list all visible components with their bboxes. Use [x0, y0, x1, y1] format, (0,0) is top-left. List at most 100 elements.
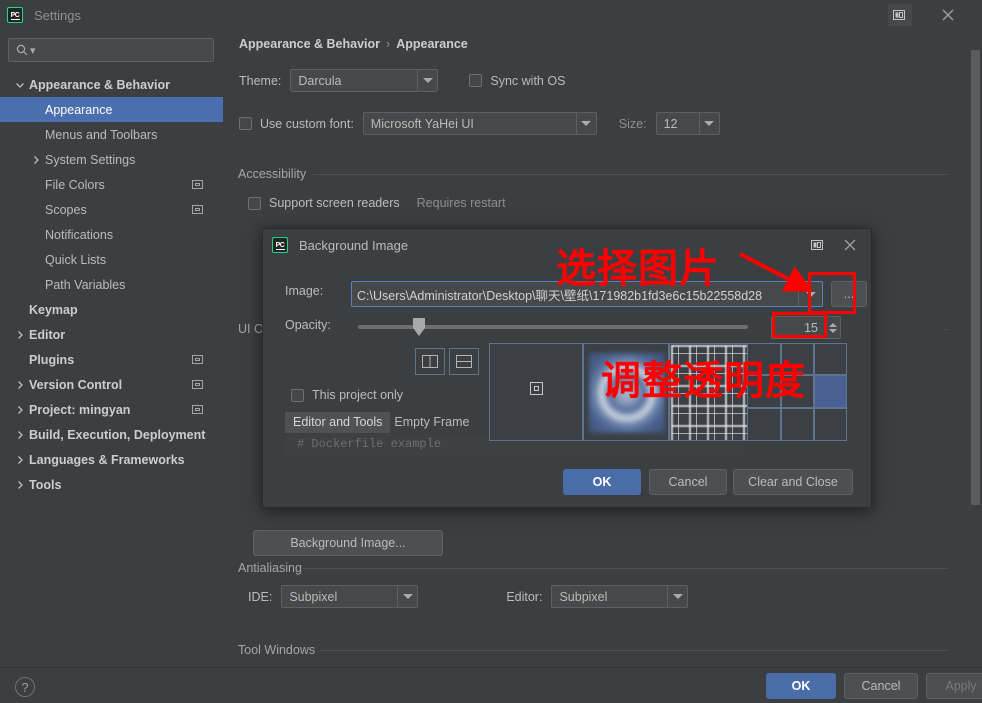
chevron-down-icon[interactable]	[575, 113, 596, 134]
dialog-clear-and-close-label: Clear and Close	[748, 475, 838, 489]
sidebar-item-notifications[interactable]: Notifications	[0, 222, 223, 247]
window-titlebar: PC Settings	[0, 0, 982, 30]
sidebar-item-appearance[interactable]: Appearance	[0, 97, 223, 122]
chevron-right-icon[interactable]	[14, 379, 26, 391]
sidebar-item-label: Plugins	[29, 352, 75, 367]
tab-editor-and-tools[interactable]: Editor and Tools	[285, 412, 391, 433]
chevron-down-icon[interactable]	[698, 113, 719, 134]
sidebar-item-keymap[interactable]: Keymap	[0, 297, 223, 322]
antialiasing-section-title: Antialiasing	[238, 561, 302, 575]
breadcrumb: Appearance & Behavior › Appearance	[239, 37, 468, 51]
font-select[interactable]: Microsoft YaHei UI	[362, 112, 597, 135]
search-input[interactable]: ▾	[8, 38, 214, 62]
chevron-right-icon[interactable]	[14, 429, 26, 441]
sidebar-item-scopes[interactable]: Scopes	[0, 197, 223, 222]
annotation-adjust-opacity: 调整透明度	[601, 358, 806, 404]
sidebar-item-label: File Colors	[45, 177, 105, 192]
sidebar-item-editor[interactable]: Editor	[0, 322, 223, 347]
image-row: Image:	[285, 284, 323, 298]
sidebar-item-path-variables[interactable]: Path Variables	[0, 272, 223, 297]
chevron-down-icon[interactable]	[397, 586, 417, 607]
font-size-select[interactable]: 12	[655, 112, 720, 135]
breadcrumb-separator: ›	[386, 37, 391, 51]
sidebar-item-menus-and-toolbars[interactable]: Menus and Toolbars	[0, 122, 223, 147]
accessibility-section-title: Accessibility	[238, 167, 307, 181]
chevron-right-icon[interactable]	[14, 404, 26, 416]
sidebar-item-version-control[interactable]: Version Control	[0, 372, 223, 397]
theme-label: Theme:	[239, 73, 282, 88]
tab-empty-frame-label: Empty Frame	[394, 415, 470, 429]
breadcrumb-current: Appearance	[396, 37, 468, 51]
footer-cancel-button[interactable]: Cancel	[844, 673, 918, 699]
chevron-down-icon[interactable]	[667, 586, 687, 607]
background-image-button[interactable]: Background Image...	[253, 530, 443, 556]
sidebar-item-system-settings[interactable]: System Settings	[0, 147, 223, 172]
mirror-vertical-icon[interactable]	[449, 348, 479, 375]
chevron-right-icon[interactable]	[30, 154, 42, 166]
opacity-slider-thumb[interactable]	[411, 317, 427, 337]
close-icon[interactable]	[936, 4, 960, 26]
sidebar-item-quick-lists[interactable]: Quick Lists	[0, 247, 223, 272]
anchor-cell-br-1[interactable]	[781, 408, 814, 441]
sidebar-item-label: Version Control	[29, 377, 123, 392]
footer-apply-button[interactable]: Apply	[926, 673, 982, 699]
restore-window-icon[interactable]	[888, 4, 912, 26]
sidebar-item-appearance-behavior[interactable]: Appearance & Behavior	[0, 72, 223, 97]
anchor-cell-left[interactable]	[489, 343, 583, 441]
antialiasing-divider	[303, 568, 947, 569]
editor-antialiasing-select[interactable]: Subpixel	[551, 585, 689, 608]
project-level-setting-icon	[192, 205, 203, 214]
footer-ok-button[interactable]: OK	[766, 673, 836, 699]
restore-window-icon[interactable]	[807, 235, 829, 255]
search-field[interactable]	[38, 42, 213, 58]
tree-arrow-placeholder	[30, 229, 42, 241]
dialog-ok-button[interactable]: OK	[563, 469, 641, 495]
ide-antialiasing-select[interactable]: Subpixel	[281, 585, 419, 608]
content-scrollbar-track[interactable]	[969, 30, 982, 667]
font-size-label: Size:	[618, 116, 647, 131]
sidebar-item-tools[interactable]: Tools	[0, 472, 223, 497]
sidebar-item-file-colors[interactable]: File Colors	[0, 172, 223, 197]
sidebar-item-project-mingyan[interactable]: Project: mingyan	[0, 397, 223, 422]
pycharm-logo-text: PC	[10, 11, 20, 19]
editor-antialiasing-label: Editor:	[506, 589, 543, 604]
mirror-horizontal-icon[interactable]	[415, 348, 445, 375]
help-icon[interactable]: ?	[15, 677, 35, 697]
sidebar-item-plugins[interactable]: Plugins	[0, 347, 223, 372]
sidebar-item-languages-frameworks[interactable]: Languages & Frameworks	[0, 447, 223, 472]
content-scrollbar-thumb[interactable]	[971, 50, 980, 505]
breadcrumb-parent[interactable]: Appearance & Behavior	[239, 37, 380, 51]
chevron-right-icon[interactable]	[14, 329, 26, 341]
anchor-cell-tr-2[interactable]	[814, 343, 847, 375]
custom-font-row: Use custom font: Microsoft YaHei UI Size…	[239, 112, 720, 135]
project-level-setting-icon	[192, 355, 203, 364]
dialog-ok-label: OK	[592, 475, 612, 489]
dialog-clear-and-close-button[interactable]: Clear and Close	[733, 469, 853, 495]
chevron-right-icon[interactable]	[14, 479, 26, 491]
chevron-down-icon[interactable]	[14, 79, 26, 91]
chevron-right-icon[interactable]	[14, 454, 26, 466]
support-screen-readers-checkbox[interactable]	[248, 196, 261, 210]
anchor-cell-mr-2-selected[interactable]	[814, 375, 847, 408]
tool-windows-divider	[320, 650, 947, 651]
anchor-cell-br-2[interactable]	[814, 408, 847, 441]
theme-select[interactable]: Darcula	[290, 69, 439, 92]
chevron-down-icon[interactable]	[417, 70, 437, 91]
this-project-only-checkbox[interactable]	[291, 388, 304, 402]
anchor-cell-br-0[interactable]	[747, 408, 781, 441]
dialog-cancel-button[interactable]: Cancel	[649, 469, 727, 495]
tree-arrow-placeholder	[14, 304, 26, 316]
dialog-title: Background Image	[299, 237, 409, 253]
search-dropdown-caret[interactable]: ▾	[30, 44, 36, 57]
tab-empty-frame[interactable]: Empty Frame	[390, 412, 477, 433]
tab-editor-and-tools-label: Editor and Tools	[293, 415, 383, 429]
sidebar-item-build-execution-deployment[interactable]: Build, Execution, Deployment	[0, 422, 223, 447]
annotation-highlight-opacity-value	[772, 312, 827, 338]
ide-antialiasing-label: IDE:	[248, 589, 273, 604]
dialog-footer: ? OK Cancel Apply	[0, 667, 982, 703]
close-icon[interactable]	[839, 235, 861, 255]
accessibility-divider	[313, 174, 947, 175]
use-custom-font-checkbox[interactable]	[239, 117, 252, 130]
sync-with-os-checkbox[interactable]	[469, 74, 483, 87]
requires-restart-note: Requires restart	[416, 196, 506, 210]
